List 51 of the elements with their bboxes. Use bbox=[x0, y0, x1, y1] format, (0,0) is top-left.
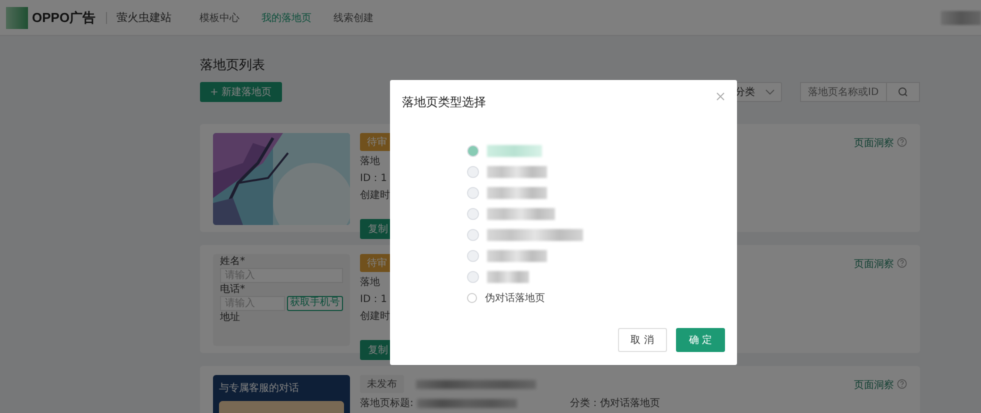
page-title: 落地页列表 bbox=[200, 57, 266, 74]
radio-button[interactable] bbox=[467, 187, 479, 199]
search-field[interactable]: 落地页名称或ID bbox=[800, 82, 886, 102]
new-page-button[interactable]: + 新建落地页 bbox=[200, 82, 282, 102]
cancel-button[interactable]: 取 消 bbox=[618, 328, 667, 352]
nav-tab[interactable]: 我的落地页 bbox=[262, 10, 312, 24]
title-label: 落地页标题: bbox=[360, 396, 414, 410]
help-icon[interactable] bbox=[897, 258, 907, 268]
option-label: 伪对话落地页 bbox=[485, 292, 545, 305]
created-time: 创建时 bbox=[360, 310, 390, 323]
form-label: 姓名* bbox=[220, 256, 246, 267]
redacted-label bbox=[487, 166, 547, 178]
redacted-label bbox=[487, 187, 547, 199]
created-time: 创建时 bbox=[360, 188, 390, 202]
radio-button[interactable] bbox=[467, 166, 479, 178]
help-icon[interactable] bbox=[897, 137, 907, 147]
page-insight-link[interactable]: 页面洞察 bbox=[854, 136, 894, 150]
product-name: 萤火虫建站 bbox=[116, 10, 172, 25]
chevron-icon bbox=[765, 89, 775, 95]
chat-title: 与专属客服的对话 bbox=[219, 382, 300, 395]
nav-tab[interactable]: 模板中心 bbox=[200, 10, 240, 24]
id-text: ID：1 bbox=[360, 172, 388, 185]
redacted-label bbox=[487, 250, 547, 262]
form-label: 电话* bbox=[220, 284, 246, 295]
radio-button[interactable] bbox=[467, 250, 479, 262]
brand-name: OPPO广告 bbox=[32, 8, 96, 26]
redacted-label bbox=[487, 208, 555, 220]
radio-button[interactable] bbox=[467, 229, 479, 241]
radio-button[interactable] bbox=[467, 208, 479, 220]
logo-icon bbox=[6, 6, 28, 28]
radio-button[interactable] bbox=[467, 271, 479, 283]
radio-button[interactable] bbox=[467, 145, 479, 157]
title-label: 落地 bbox=[360, 276, 380, 289]
page-insight-link[interactable]: 页面洞察 bbox=[854, 257, 894, 271]
redacted-label bbox=[487, 271, 529, 283]
radio-button[interactable] bbox=[467, 293, 477, 303]
dialog-title: 落地页类型选择 bbox=[402, 94, 486, 111]
confirm-button[interactable]: 确 定 bbox=[676, 328, 725, 352]
category-text: 分类：伪对话落地页 bbox=[570, 396, 660, 410]
help-icon[interactable] bbox=[897, 379, 907, 389]
id-text: ID：1 bbox=[360, 293, 388, 306]
form-label: 地址 bbox=[220, 312, 241, 323]
avatar-icon[interactable] bbox=[941, 10, 981, 24]
page-insight-link[interactable]: 页面洞察 bbox=[854, 378, 894, 392]
title-label: 落地 bbox=[360, 154, 380, 168]
search-icon bbox=[898, 87, 908, 97]
status-badge: 未发布 bbox=[360, 375, 404, 393]
nav-tab[interactable]: 线索创建 bbox=[334, 10, 374, 24]
redacted-label bbox=[487, 145, 542, 157]
close-icon[interactable] bbox=[716, 92, 725, 101]
search-button[interactable] bbox=[886, 82, 920, 102]
